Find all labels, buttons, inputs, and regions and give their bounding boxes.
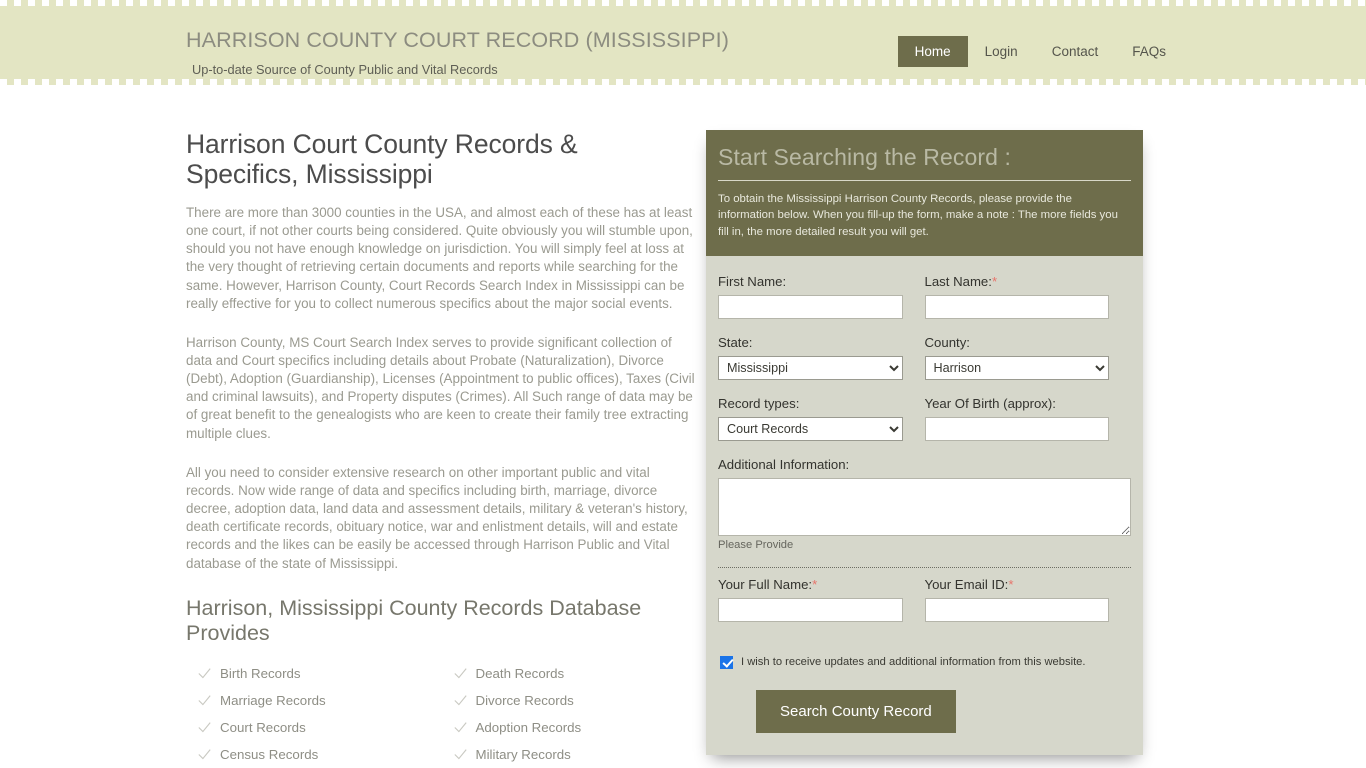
search-panel-body: First Name: Last Name:* State: Mississip… (706, 256, 1143, 755)
list-item: Adoption Records (442, 714, 698, 741)
contact-field-row: Your Full Name:* Your Email ID:* (718, 577, 1131, 638)
main-navigation: Home Login Contact FAQs (897, 36, 1183, 67)
page-title: Harrison Court County Records & Specific… (186, 129, 578, 189)
email-label: Your Email ID:* (924, 576, 1014, 592)
nav-item-contact[interactable]: Contact (1035, 36, 1116, 67)
consent-checkbox[interactable] (720, 655, 733, 669)
list-item: Divorce Records (442, 687, 698, 714)
year-of-birth-field: Year Of Birth (approx): (924, 395, 1132, 441)
site-title: HARRISON COUNTY COURT RECORD (MISSISSIPP… (186, 28, 729, 52)
county-label: County: (924, 334, 970, 350)
record-label: Birth Records (220, 666, 301, 682)
list-item: Court Records (186, 714, 442, 741)
search-panel: Start Searching the Record : To obtain t… (706, 130, 1143, 755)
full-name-field: Your Full Name:* (718, 577, 925, 622)
search-panel-description: To obtain the Mississippi Harrison Count… (718, 193, 1118, 238)
search-panel-header: Start Searching the Record : To obtain t… (706, 130, 1143, 256)
email-input[interactable] (924, 597, 1109, 622)
location-field-row: State: Mississippi County: Harrison (718, 335, 1131, 396)
state-field: State: Mississippi (718, 335, 925, 380)
article-column: Harrison Court County Records & Specific… (183, 129, 703, 768)
first-name-label: First Name: (718, 273, 787, 289)
first-name-input[interactable] (718, 294, 903, 319)
section-title-database-provides: Harrison, Mississippi County Records Dat… (186, 595, 642, 646)
header-inner: HARRISON COUNTY COURT RECORD (MISSISSIPP… (183, 0, 1183, 85)
nav-item-home[interactable]: Home (897, 36, 968, 67)
full-name-input[interactable] (718, 597, 903, 622)
additional-information-field: Additional Information: Please Provide (718, 457, 1131, 551)
records-list: Birth Records Death Records Marriage Rec… (186, 660, 697, 768)
list-item: Census Records (186, 741, 442, 768)
list-item: Marriage Records (186, 687, 442, 714)
intro-paragraph-1: There are more than 3000 counties in the… (186, 204, 693, 311)
intro-paragraph-3: All you need to consider extensive resea… (186, 464, 688, 571)
consent-row: I wish to receive updates and additional… (718, 655, 1131, 669)
check-icon (453, 667, 467, 680)
full-name-label: Your Full Name:* (718, 576, 818, 592)
last-name-label: Last Name:* (924, 273, 998, 289)
year-of-birth-label: Year Of Birth (approx): (924, 395, 1056, 411)
search-form-column: Start Searching the Record : To obtain t… (706, 130, 1143, 768)
record-label: Death Records (475, 666, 565, 682)
state-select[interactable]: Mississippi (718, 355, 903, 380)
list-item: Birth Records (186, 660, 442, 687)
additional-information-label: Additional Information: (718, 456, 850, 472)
county-field: County: Harrison (924, 334, 1132, 380)
county-select[interactable]: Harrison (924, 355, 1109, 380)
nav-item-faqs[interactable]: FAQs (1115, 36, 1183, 67)
check-icon (453, 748, 467, 761)
record-label: Census Records (220, 747, 319, 763)
search-county-record-button[interactable]: Search County Record (756, 689, 956, 733)
check-icon (198, 721, 211, 734)
check-icon (453, 721, 467, 734)
form-divider (718, 566, 1131, 568)
list-item: Military Records (442, 741, 698, 768)
first-name-field: First Name: (718, 274, 925, 319)
site-tagline: Up-to-date Source of County Public and V… (192, 62, 498, 77)
record-label: Military Records (475, 747, 571, 763)
site-header: HARRISON COUNTY COURT RECORD (MISSISSIPP… (0, 0, 1366, 85)
name-field-row: First Name: Last Name:* (718, 274, 1131, 335)
required-marker: * (1008, 576, 1014, 592)
email-field: Your Email ID:* (924, 576, 1132, 622)
additional-information-textarea[interactable] (718, 477, 1131, 536)
state-label: State: (718, 334, 753, 350)
record-types-label: Record types: (718, 395, 800, 411)
required-marker: * (991, 273, 998, 289)
check-icon (453, 694, 467, 707)
required-marker: * (812, 576, 818, 592)
year-of-birth-input[interactable] (924, 416, 1109, 441)
last-name-field: Last Name:* (924, 273, 1132, 319)
record-label: Marriage Records (220, 693, 326, 709)
page-container: Harrison Court County Records & Specific… (183, 85, 1183, 768)
last-name-input[interactable] (924, 294, 1109, 319)
intro-paragraph-2: Harrison County, MS Court Search Index s… (186, 334, 695, 441)
additional-information-hint: Please Provide (718, 538, 794, 551)
record-label: Court Records (220, 720, 306, 736)
record-label: Divorce Records (475, 693, 574, 709)
record-types-select[interactable]: Court Records (718, 416, 903, 441)
nav-item-login[interactable]: Login (968, 36, 1035, 67)
record-types-field: Record types: Court Records (718, 396, 925, 441)
consent-label: I wish to receive updates and additional… (741, 656, 1086, 669)
check-icon (198, 748, 211, 761)
check-icon (198, 667, 211, 680)
search-panel-title: Start Searching the Record : (718, 144, 1131, 181)
record-year-field-row: Record types: Court Records Year Of Birt… (718, 396, 1131, 457)
record-label: Adoption Records (475, 720, 582, 736)
list-item: Death Records (442, 660, 698, 687)
check-icon (198, 694, 211, 707)
